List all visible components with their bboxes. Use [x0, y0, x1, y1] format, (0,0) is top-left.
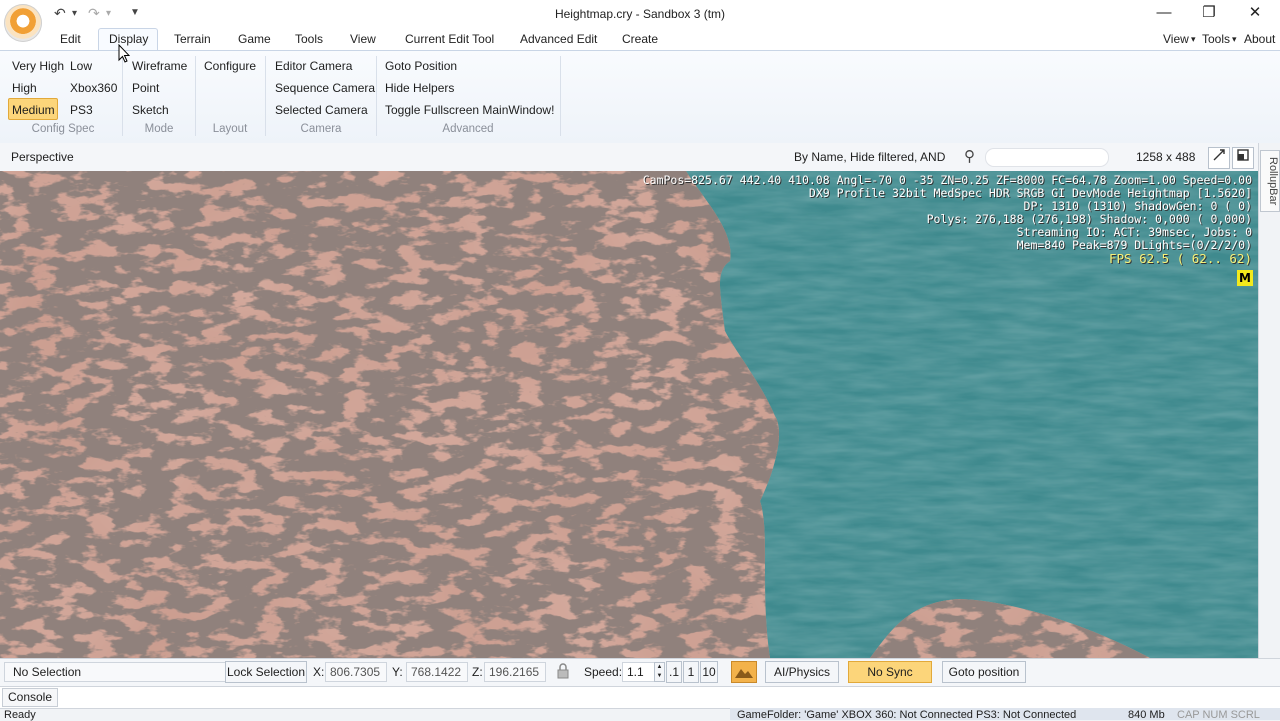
speed-preset-0-1[interactable]: .1	[666, 661, 682, 683]
speed-preset-10[interactable]: 10	[700, 661, 718, 683]
speed-preset-1[interactable]: 1	[683, 661, 699, 683]
speed-input[interactable]: 1.1	[622, 662, 656, 682]
ribbon-separator	[560, 56, 561, 136]
point-button[interactable]: Point	[132, 81, 159, 95]
z-label: Z:	[472, 665, 483, 679]
game-folder-status: GameFolder: 'Game' XBOX 360: Not Connect…	[737, 709, 1077, 721]
high-button[interactable]: High	[12, 81, 37, 95]
wireframe-button[interactable]: Wireframe	[132, 59, 187, 73]
about-menu[interactable]: About	[1244, 32, 1275, 46]
app-logo-icon[interactable]	[4, 4, 42, 42]
keyboard-status: CAP NUM SCRL	[1177, 710, 1260, 721]
medium-button[interactable]: Medium	[12, 103, 55, 117]
x-label: X:	[313, 665, 325, 679]
tab-advanced-edit[interactable]: Advanced Edit	[520, 32, 597, 46]
group-label-layout: Layout	[212, 123, 248, 135]
memory-status: 840 Mb	[1128, 709, 1165, 721]
restore-button[interactable]: ❐	[1187, 2, 1231, 24]
group-label-advanced: Advanced	[442, 123, 494, 135]
sequence-camera-button[interactable]: Sequence Camera	[275, 81, 375, 95]
ps3-button[interactable]: PS3	[70, 103, 93, 117]
close-button[interactable]: ✕	[1233, 2, 1277, 24]
console-tab[interactable]: Console	[2, 688, 58, 707]
minimize-button[interactable]: —	[1142, 2, 1186, 24]
very-high-button[interactable]: Very High	[12, 59, 64, 73]
no-sync-player-button[interactable]: No Sync Player	[848, 661, 932, 699]
tab-create[interactable]: Create	[622, 32, 658, 46]
sketch-button[interactable]: Sketch	[132, 103, 169, 117]
view-menu[interactable]: View	[1163, 32, 1189, 46]
tab-current-edit-tool[interactable]: Current Edit Tool	[405, 32, 494, 46]
terrain-follow-icon[interactable]	[731, 661, 757, 683]
hud-fps: FPS 62.5 ( 62.. 62)	[1109, 251, 1252, 266]
window-title: Heightmap.cry - Sandbox 3 (tm)	[554, 7, 726, 21]
goto-position-button[interactable]: Goto Position	[385, 59, 457, 73]
toggle-fullscreen-button[interactable]: Toggle Fullscreen MainWindow!	[385, 103, 554, 117]
maximize-viewport-icon[interactable]	[1232, 147, 1254, 169]
group-label-camera: Camera	[300, 123, 342, 135]
console-bar	[0, 686, 1280, 709]
y-label: Y:	[392, 665, 403, 679]
rollup-bar	[1258, 143, 1280, 658]
tab-edit[interactable]: Edit	[60, 32, 81, 46]
tab-view[interactable]: View	[350, 32, 376, 46]
viewport-title[interactable]: Perspective	[11, 150, 74, 164]
tools-menu-arrow-icon: ▾	[1232, 34, 1237, 44]
ready-status: Ready	[4, 709, 36, 721]
debug-hud: CamPos=825.67 442.40 410.08 Angl=-70 0 -…	[643, 174, 1252, 266]
rollup-bar-tab[interactable]: RollupBar	[1260, 150, 1280, 212]
group-label-mode: Mode	[144, 123, 174, 135]
ai-physics-button[interactable]: AI/Physics	[765, 661, 839, 683]
tab-game[interactable]: Game	[238, 32, 271, 46]
hide-helpers-button[interactable]: Hide Helpers	[385, 81, 454, 95]
hud-m-badge: M	[1237, 270, 1253, 286]
goto-position-status-button[interactable]: Goto position	[942, 661, 1026, 683]
speed-label: Speed:	[584, 665, 623, 679]
group-label-config-spec: Config Spec	[31, 123, 95, 135]
viewport-tool-icon[interactable]	[1208, 147, 1230, 169]
mouse-cursor-icon	[118, 44, 130, 63]
tab-tools[interactable]: Tools	[295, 32, 323, 46]
perspective-viewport[interactable]: CamPos=825.67 442.40 410.08 Angl=-70 0 -…	[0, 171, 1258, 658]
ribbon-separator	[122, 56, 123, 136]
editor-camera-button[interactable]: Editor Camera	[275, 59, 352, 73]
speed-spinner[interactable]: ▲ ▼	[654, 662, 665, 682]
viewport-filter-label[interactable]: By Name, Hide filtered, AND	[794, 150, 945, 164]
y-coordinate-input[interactable]: 768.1422	[406, 662, 468, 682]
lock-selection-button[interactable]: Lock Selection	[225, 661, 307, 683]
low-button[interactable]: Low	[70, 59, 92, 73]
xbox360-button[interactable]: Xbox360	[70, 81, 117, 95]
z-coordinate-input[interactable]: 196.2165	[484, 662, 546, 682]
ribbon-separator	[376, 56, 377, 136]
search-icon[interactable]: ⚲	[964, 147, 975, 165]
selection-field: No Selection	[4, 662, 226, 682]
selected-camera-button[interactable]: Selected Camera	[275, 103, 368, 117]
tools-menu[interactable]: Tools	[1202, 32, 1230, 46]
view-menu-arrow-icon: ▾	[1191, 34, 1196, 44]
x-coordinate-input[interactable]: 806.7305	[325, 662, 387, 682]
viewport-resolution: 1258 x 488	[1136, 150, 1196, 164]
tab-terrain[interactable]: Terrain	[174, 32, 211, 46]
ribbon-separator	[265, 56, 266, 136]
configure-button[interactable]: Configure	[204, 59, 256, 73]
lock-icon[interactable]	[555, 662, 571, 680]
viewport-search-input[interactable]	[985, 148, 1109, 167]
